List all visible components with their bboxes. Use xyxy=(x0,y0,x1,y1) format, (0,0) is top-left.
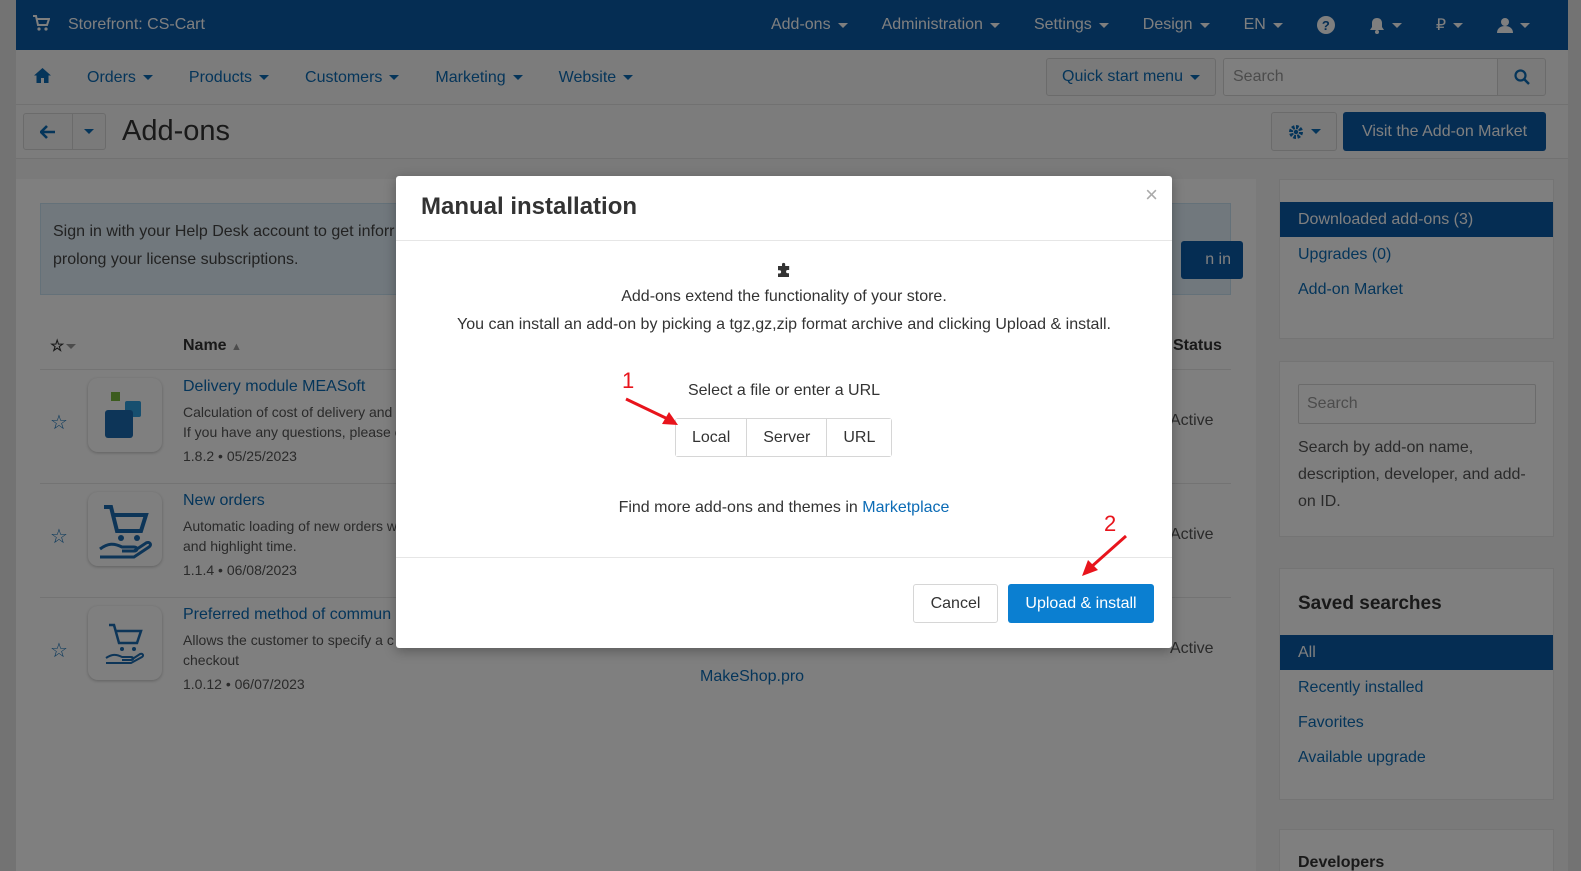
marketplace-link[interactable]: Marketplace xyxy=(862,499,949,516)
modal-header: Manual installation × xyxy=(396,176,1172,241)
source-local-button[interactable]: Local xyxy=(676,419,747,456)
manual-installation-dialog: Manual installation × Add-ons extend the… xyxy=(396,176,1172,648)
modal-title: Manual installation xyxy=(421,193,638,220)
close-icon[interactable]: × xyxy=(1145,182,1158,208)
upload-install-button[interactable]: Upload & install xyxy=(1008,584,1154,623)
intro-text: Add-ons extend the functionality of your… xyxy=(621,288,947,305)
source-url-button[interactable]: URL xyxy=(826,419,892,456)
modal-footer: Cancel Upload & install xyxy=(396,557,1172,648)
annotation-arrow-1 xyxy=(625,397,678,425)
instructions-text: You can install an add-on by picking a t… xyxy=(457,316,1111,333)
source-server-button[interactable]: Server xyxy=(746,419,827,456)
annotation-step-1: 1 xyxy=(622,368,635,393)
puzzle-icon xyxy=(776,262,792,282)
find-more-label: Find more add-ons and themes in xyxy=(618,499,858,516)
find-more-text: Find more add-ons and themes in Marketpl… xyxy=(396,499,1172,517)
source-button-group: Local Server URL xyxy=(675,418,893,457)
select-source-label: Select a file or enter a URL xyxy=(687,382,881,399)
annotation-arrow-2 xyxy=(1082,534,1127,576)
cancel-button[interactable]: Cancel xyxy=(913,584,998,623)
